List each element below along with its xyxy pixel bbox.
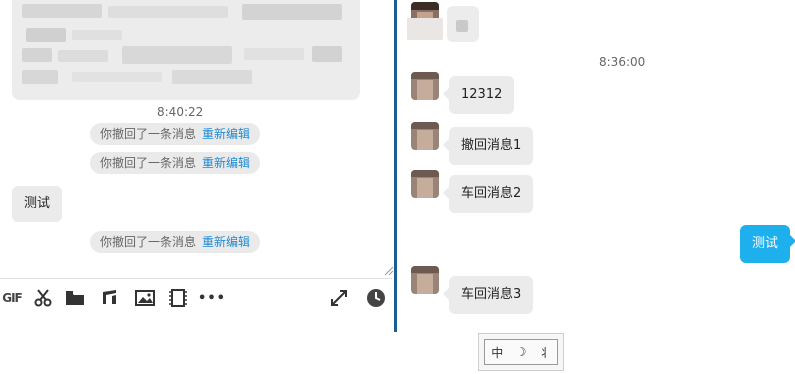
image-icon[interactable] xyxy=(133,286,157,310)
ime-halfwidth-icon[interactable]: ☽ xyxy=(516,345,527,359)
video-icon[interactable] xyxy=(166,286,190,310)
left-chat-pane: 8:40:22 你撤回了一条消息 重新编辑 你撤回了一条消息 重新编辑 测试 你撤回… xyxy=(0,0,394,374)
message-timestamp: 8:40:22 xyxy=(157,105,204,119)
blurred-block xyxy=(72,30,122,40)
re-edit-link[interactable]: 重新编辑 xyxy=(202,156,250,170)
expand-icon[interactable] xyxy=(327,286,351,310)
blurred-block xyxy=(58,50,108,62)
blurred-block xyxy=(22,70,58,84)
avatar[interactable] xyxy=(411,122,439,150)
blurred-block xyxy=(407,18,443,40)
blurred-block xyxy=(312,46,342,62)
clock-icon[interactable] xyxy=(364,286,388,310)
blurred-block xyxy=(244,48,304,60)
incoming-message-bubble[interactable]: 车回消息2 xyxy=(442,175,534,213)
blurred-message-bubble xyxy=(12,0,360,100)
scissors-icon[interactable] xyxy=(31,286,55,310)
recall-notice-text: 你撤回了一条消息 xyxy=(100,235,197,249)
blurred-block xyxy=(242,4,342,20)
avatar[interactable] xyxy=(411,72,439,100)
incoming-message-bubble[interactable]: 测试 xyxy=(12,186,63,222)
more-icon[interactable]: ••• xyxy=(198,286,225,310)
blurred-block xyxy=(456,20,468,32)
blurred-block xyxy=(22,48,52,62)
incoming-message-bubble[interactable]: 撤回消息1 xyxy=(442,127,534,165)
avatar[interactable] xyxy=(411,170,439,198)
ime-panel: 中 ☽ ⺦ xyxy=(484,339,558,365)
right-chat-pane: 8:36:00 12312 撤回消息1 车回消息2 测试 车回消息3 xyxy=(397,0,795,374)
music-icon[interactable] xyxy=(97,286,121,310)
recall-notice-text: 你撤回了一条消息 xyxy=(100,127,197,141)
ime-mode-toggle[interactable]: 中 xyxy=(491,344,503,361)
re-edit-link[interactable]: 重新编辑 xyxy=(202,235,250,249)
recall-notice: 你撤回了一条消息 重新编辑 xyxy=(90,231,261,253)
re-edit-link[interactable]: 重新编辑 xyxy=(202,127,250,141)
blurred-message-bubble xyxy=(447,6,479,42)
recall-notice-text: 你撤回了一条消息 xyxy=(100,156,197,170)
avatar[interactable] xyxy=(411,266,439,294)
toolbar-separator xyxy=(0,278,392,279)
blurred-block xyxy=(172,70,252,84)
recall-notice: 你撤回了一条消息 重新编辑 xyxy=(90,152,261,174)
incoming-message-bubble[interactable]: 车回消息3 xyxy=(442,276,534,314)
incoming-message-bubble[interactable]: 12312 xyxy=(442,76,515,114)
resize-corner-icon[interactable] xyxy=(384,266,394,276)
folder-icon[interactable] xyxy=(63,286,87,310)
blurred-block xyxy=(22,4,102,18)
ime-punctuation-icon[interactable]: ⺦ xyxy=(539,344,551,361)
recall-notice: 你撤回了一条消息 重新编辑 xyxy=(90,123,261,145)
blurred-block xyxy=(72,72,162,82)
outgoing-message-bubble[interactable]: 测试 xyxy=(740,225,795,263)
message-timestamp: 8:36:00 xyxy=(599,55,646,69)
blurred-block xyxy=(26,28,66,42)
blurred-block xyxy=(108,6,228,18)
ime-toolbar[interactable]: 中 ☽ ⺦ xyxy=(478,333,564,371)
blurred-block xyxy=(122,46,232,64)
gif-icon[interactable]: GIF xyxy=(0,286,24,310)
